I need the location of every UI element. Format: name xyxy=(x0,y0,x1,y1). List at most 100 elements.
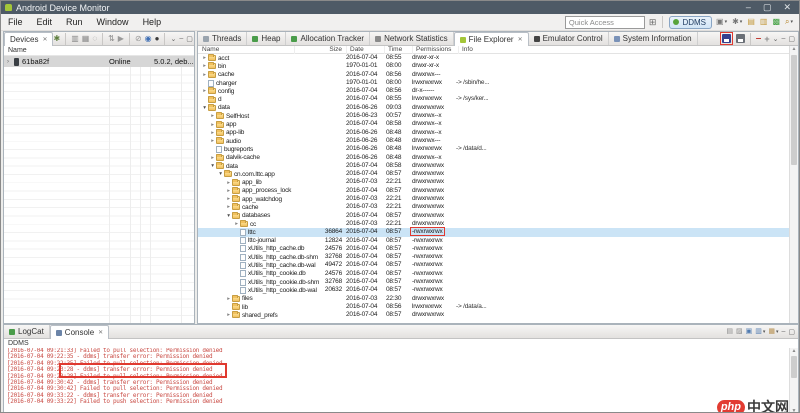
update-heap-icon[interactable]: ▥ xyxy=(71,35,79,43)
column-header-permissions[interactable]: Permissions xyxy=(412,46,456,54)
tree-row-xutils-http-cache-db-wal[interactable]: xUtils_http_cache.db-wal494722016-07-040… xyxy=(198,261,789,269)
tree-row-lib[interactable]: lib2016-07-0408:56lrwxrwxrwx-> /data/a..… xyxy=(198,303,789,311)
tab-emulator-control[interactable]: Emulator Control xyxy=(529,32,609,45)
tab-allocation-tracker[interactable]: Allocation Tracker xyxy=(286,32,370,45)
expander-closed-icon[interactable]: ▸ xyxy=(225,188,232,194)
expander-closed-icon[interactable]: ▸ xyxy=(225,180,232,186)
new-folder-icon[interactable]: + xyxy=(764,35,769,43)
debug-menu-icon[interactable]: ✱▾ xyxy=(732,17,742,27)
expander-open-icon[interactable]: ▾ xyxy=(225,213,232,219)
tree-row-selfhost[interactable]: ▸SelfHost2016-06-2300:57drwxrwx--x xyxy=(198,112,789,120)
start-profiling-icon[interactable]: ▶ xyxy=(118,35,124,43)
menu-run[interactable]: Run xyxy=(59,14,90,30)
expander-closed-icon[interactable]: ▸ xyxy=(201,72,208,78)
clear-console-icon[interactable]: ▤ xyxy=(726,328,733,336)
tree-row-app-process-lock[interactable]: ▸app_process_lock2016-07-0408:57drwxrwxr… xyxy=(198,187,789,195)
expander-open-icon[interactable]: ▾ xyxy=(209,163,216,169)
tab-console[interactable]: Console✕ xyxy=(50,325,109,339)
expander-closed-icon[interactable]: ▸ xyxy=(225,296,232,302)
close-icon[interactable]: ✕ xyxy=(98,329,103,336)
close-window-icon[interactable]: ✕ xyxy=(783,1,791,14)
tab-devices[interactable]: Devices ✕ xyxy=(4,32,53,46)
expander-closed-icon[interactable]: ▸ xyxy=(201,88,208,94)
scroll-up-icon[interactable]: ▲ xyxy=(790,46,798,53)
tree-row-lttc-journal[interactable]: lttc-journal128242016-07-0408:57-rwxrwxr… xyxy=(198,237,789,245)
tree-row-bugreports[interactable]: bugreports2016-06-2608:48lrwxrwxrwx-> /d… xyxy=(198,145,789,153)
maximize-view-icon[interactable]: ▢ xyxy=(186,35,193,43)
expander-closed-icon[interactable]: ▸ xyxy=(201,55,208,61)
tree-row-databases[interactable]: ▾databases2016-07-0408:57drwxrwxrwx xyxy=(198,212,789,220)
scroll-lock-icon[interactable]: ▨ xyxy=(736,328,743,336)
maximize-window-icon[interactable]: ▢ xyxy=(763,1,772,14)
tree-row-data[interactable]: ▾data2016-07-0408:58drwxrwxrwx xyxy=(198,162,789,170)
expander-closed-icon[interactable]: ▸ xyxy=(209,113,216,119)
view-menu-icon[interactable]: ⌄ xyxy=(773,35,779,43)
open-perspective-icon[interactable]: ⊞ xyxy=(649,17,657,28)
expander-open-icon[interactable]: ▾ xyxy=(217,171,224,177)
expander-open-icon[interactable]: ▾ xyxy=(201,105,208,111)
quick-access-input[interactable] xyxy=(565,16,645,29)
screen-capture-icon[interactable]: ◉ xyxy=(145,35,152,43)
cause-gc-icon[interactable]: ◌ xyxy=(92,35,97,43)
column-header-date[interactable]: Date xyxy=(346,46,384,54)
tree-row-xutils-http-cookie-db[interactable]: xUtils_http_cookie.db245762016-07-0408:5… xyxy=(198,270,789,278)
chevron-right-icon[interactable]: › xyxy=(7,59,14,65)
expander-closed-icon[interactable]: ▸ xyxy=(225,204,232,210)
tab-file-explorer[interactable]: File Explorer✕ xyxy=(454,32,529,46)
menu-window[interactable]: Window xyxy=(90,14,136,30)
tab-threads[interactable]: Threads xyxy=(198,32,247,45)
sync-icon[interactable]: ▩ xyxy=(772,18,780,26)
tree-row-cn-com-lttc-app[interactable]: ▾cn.com.lttc.app2016-07-0408:57drwxrwxrw… xyxy=(198,170,789,178)
scrollbar-thumb[interactable] xyxy=(791,55,797,165)
display-console-icon[interactable]: ▥▾ xyxy=(755,327,765,337)
tree-row-xutils-http-cookie-db-shm[interactable]: xUtils_http_cookie.db-shm327682016-07-04… xyxy=(198,278,789,286)
minimize-view-icon[interactable]: – xyxy=(179,35,183,42)
push-file-icon[interactable] xyxy=(736,34,745,43)
tree-row-files[interactable]: ▸files2016-07-0322:30drwxrwxrwx xyxy=(198,295,789,303)
tree-row-xutils-http-cookie-db-wal[interactable]: xUtils_http_cookie.db-wal206322016-07-04… xyxy=(198,286,789,294)
expander-closed-icon[interactable]: ▸ xyxy=(209,138,216,144)
tree-row-app[interactable]: ▸app2016-07-0408:58drwxrwx--x xyxy=(198,120,789,128)
dump-hprof-icon[interactable]: ▦ xyxy=(82,35,90,43)
minimize-view-icon[interactable]: – xyxy=(781,35,785,42)
new-wizard-icon[interactable]: ▣▾ xyxy=(716,17,727,27)
hierarchy-view-icon[interactable]: ● xyxy=(155,35,160,43)
column-header-size[interactable]: Size xyxy=(294,46,342,54)
pin-console-icon[interactable]: ▣ xyxy=(746,328,753,336)
explorer-scrollbar[interactable]: ▲ xyxy=(789,46,798,323)
maximize-view-icon[interactable]: ▢ xyxy=(788,35,795,43)
open-console-icon[interactable]: ▦▾ xyxy=(768,327,778,337)
tree-row-dalvik-cache[interactable]: ▸dalvik-cache2016-06-2608:48drwxrwx--x xyxy=(198,154,789,162)
tree-row-charger[interactable]: charger1970-01-0108:00lrwxrwxrwx-> /sbin… xyxy=(198,79,789,87)
minimize-window-icon[interactable]: – xyxy=(746,1,751,14)
open-folder-icon[interactable]: ▤ xyxy=(747,18,755,26)
search-icon[interactable]: ⌕▾ xyxy=(785,17,793,27)
debug-process-icon[interactable]: ✱ xyxy=(53,35,60,43)
expander-closed-icon[interactable]: ▸ xyxy=(233,221,240,227)
tree-row-app-lib[interactable]: ▸app_lib2016-07-0322:21drwxrwxrwx xyxy=(198,178,789,186)
tree-row-xutils-http-cache-db[interactable]: xUtils_http_cache.db245762016-07-0408:57… xyxy=(198,245,789,253)
pull-file-icon[interactable] xyxy=(722,34,731,43)
tree-row-cc[interactable]: ▸cc2016-07-0322:21drwxrwxrwx xyxy=(198,220,789,228)
tree-row-config[interactable]: ▸config2016-07-0408:56dr-x------ xyxy=(198,87,789,95)
tree-row-bin[interactable]: ▸bin1970-01-0108:00drwxr-xr-x xyxy=(198,62,789,70)
tab-logcat[interactable]: LogCat xyxy=(4,325,50,338)
menu-help[interactable]: Help xyxy=(136,14,169,30)
tree-row-data[interactable]: ▾data2016-06-2609:03drwxrwxrwx xyxy=(198,104,789,112)
view-menu-icon[interactable]: ⌄ xyxy=(170,35,176,43)
console-scrollbar[interactable]: ▲ ▼ xyxy=(789,348,798,413)
tree-row-shared-prefs[interactable]: ▸shared_prefs2016-07-0408:57drwxrwxrwx xyxy=(198,311,789,319)
tree-row-audio[interactable]: ▸audio2016-06-2608:48drwxrwx--- xyxy=(198,137,789,145)
scroll-up-icon[interactable]: ▲ xyxy=(790,348,798,355)
tab-network-statistics[interactable]: Network Statistics xyxy=(370,32,454,45)
column-header-name[interactable]: Name xyxy=(199,46,291,54)
expander-closed-icon[interactable]: ▸ xyxy=(225,312,232,318)
tree-row-acct[interactable]: ▸acct2016-07-0408:55drwxr-xr-x xyxy=(198,54,789,62)
minimize-view-icon[interactable]: – xyxy=(781,328,785,335)
expander-closed-icon[interactable]: ▸ xyxy=(225,196,232,202)
expander-closed-icon[interactable]: ▸ xyxy=(209,122,216,128)
close-icon[interactable]: ✕ xyxy=(518,36,523,43)
maximize-view-icon[interactable]: ▢ xyxy=(788,328,795,336)
scroll-down-icon[interactable]: ▼ xyxy=(790,408,798,413)
tree-row-app-watchdog[interactable]: ▸app_watchdog2016-07-0322:21drwxrwxrwx xyxy=(198,195,789,203)
